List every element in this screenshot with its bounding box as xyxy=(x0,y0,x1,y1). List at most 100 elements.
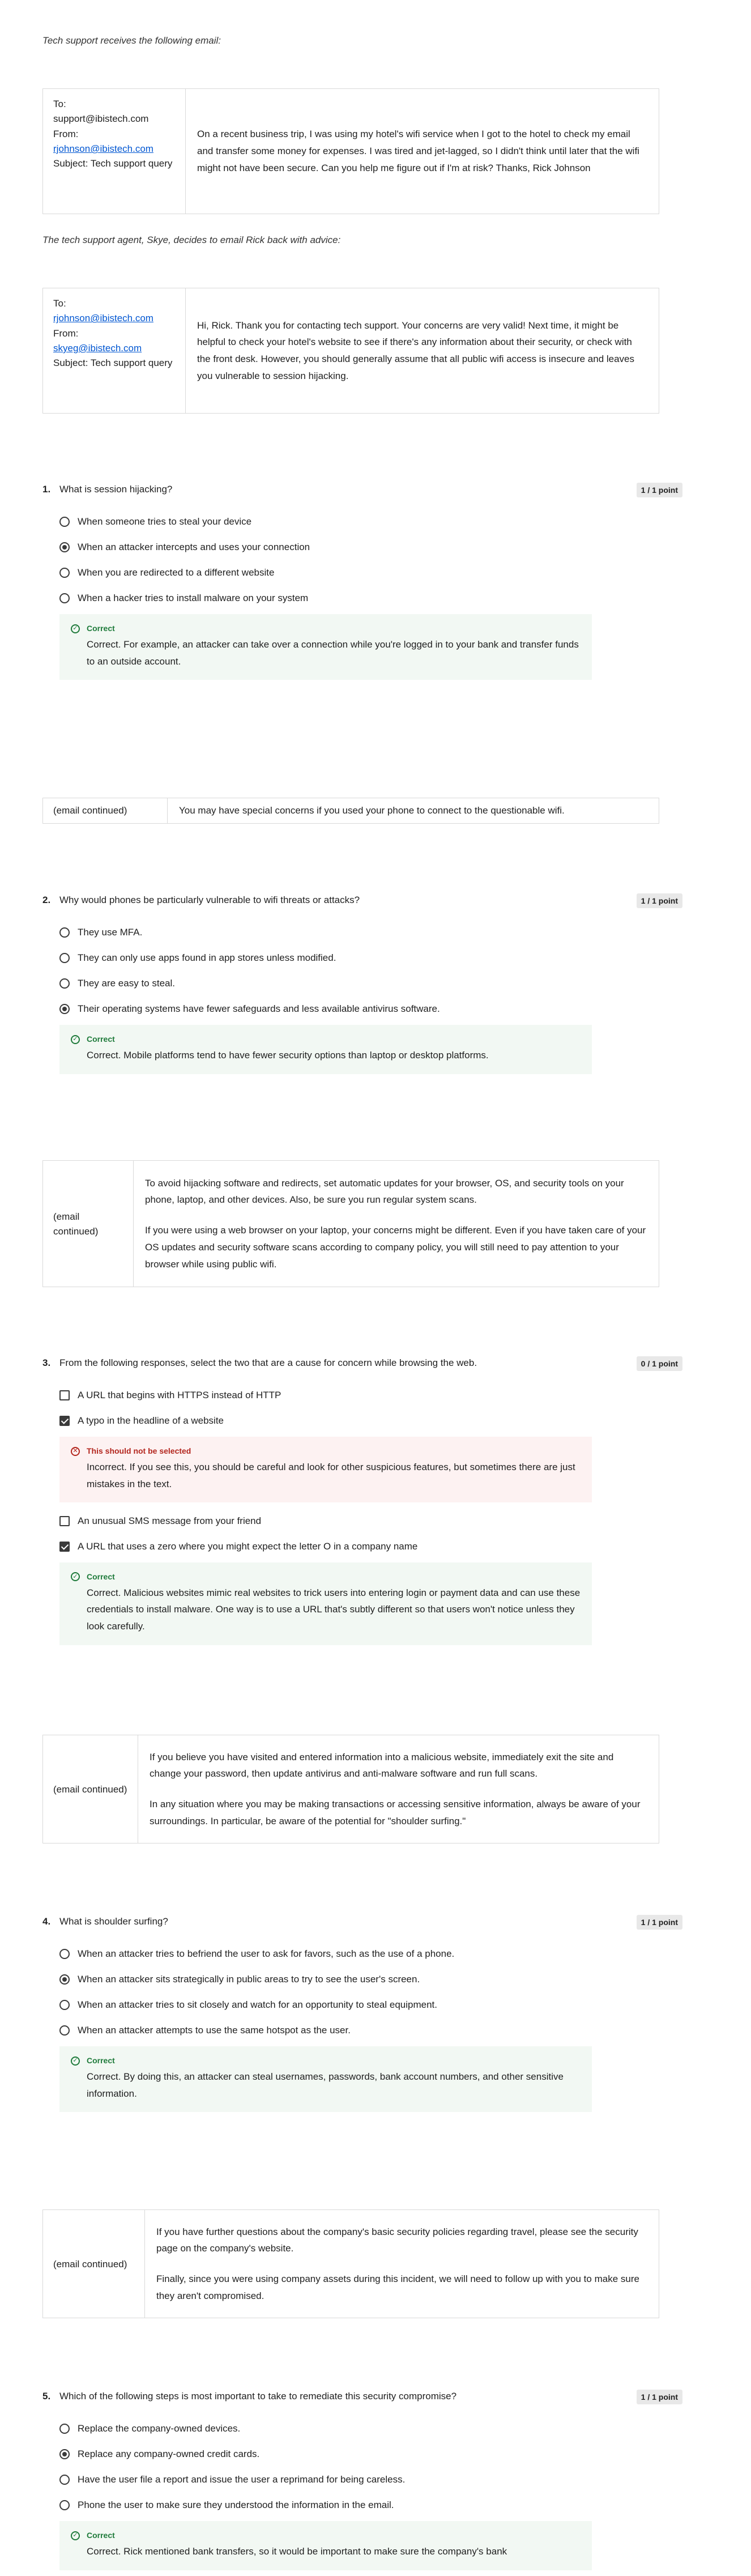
email-continued-card: (email continued) If you have further qu… xyxy=(42,2209,659,2318)
feedback-incorrect: ✕ This should not be selected Incorrect. … xyxy=(59,1437,592,1503)
option-label: They use MFA. xyxy=(78,927,143,938)
email-from-label: From: xyxy=(53,327,79,339)
answer-option[interactable]: When an attacker attempts to use the sam… xyxy=(59,2017,682,2043)
feedback-text: Correct. For example, an attacker can ta… xyxy=(87,638,579,667)
question-text: Which of the following steps is most imp… xyxy=(59,2391,457,2402)
email-continued-label: (email continued) xyxy=(43,2210,145,2318)
radio-button[interactable] xyxy=(59,2500,70,2510)
email-from-link[interactable]: skyeg@ibistech.com xyxy=(53,341,175,356)
option-label: When someone tries to steal your device xyxy=(78,516,252,527)
radio-button[interactable] xyxy=(59,952,70,963)
question-header: 1. What is session hijacking? 1 / 1 poin… xyxy=(42,482,682,498)
email-header: To: rjohnson@ibistech.com From: skyeg@ib… xyxy=(43,288,186,413)
email-to-label: To: xyxy=(53,298,66,309)
answer-options: When an attacker tries to befriend the u… xyxy=(59,1941,682,2043)
question-header: 5. Which of the following steps is most … xyxy=(42,2388,682,2405)
radio-button[interactable] xyxy=(59,1948,70,1959)
answer-option[interactable]: When an attacker intercepts and uses you… xyxy=(59,534,682,560)
scenario-intro: The tech support agent, Skye, decides to… xyxy=(42,235,341,245)
checkmark-icon: ✓ xyxy=(71,1034,80,1044)
question-4: 4. What is shoulder surfing? 1 / 1 point… xyxy=(42,1914,682,2118)
email-body-text: You may have special concerns if you use… xyxy=(179,805,565,816)
question-number: 1. xyxy=(42,484,51,495)
answer-option[interactable]: A URL that begins with HTTPS instead of … xyxy=(59,1382,682,1408)
option-label: Replace the company-owned devices. xyxy=(78,2423,241,2434)
radio-button[interactable] xyxy=(59,516,70,527)
checkbox[interactable] xyxy=(59,1390,70,1400)
radio-button[interactable] xyxy=(59,927,70,938)
radio-button-selected[interactable] xyxy=(59,1974,70,1985)
email-subject: Subject: Tech support query xyxy=(53,158,173,169)
score-badge: 0 / 1 point xyxy=(636,1356,682,1372)
checkbox-checked[interactable] xyxy=(59,1415,70,1426)
answer-option[interactable]: When someone tries to steal your device xyxy=(59,509,682,534)
radio-button[interactable] xyxy=(59,2423,70,2434)
email-card: To: support@ibistech.com From: rjohnson@… xyxy=(42,88,659,214)
checkbox-checked[interactable] xyxy=(59,1541,70,1552)
question-number: 3. xyxy=(42,1357,51,1368)
email-body-text: Finally, since you were using company as… xyxy=(156,2273,639,2301)
answer-option[interactable]: They can only use apps found in app stor… xyxy=(59,945,682,970)
answer-option[interactable]: When an attacker sits strategically in p… xyxy=(59,1966,682,1992)
email-continued-card: (email continued) You may have special c… xyxy=(42,798,659,824)
answer-option[interactable]: When an attacker tries to sit closely an… xyxy=(59,1992,682,2017)
option-label: A URL that uses a zero where you might e… xyxy=(78,1541,418,1552)
answer-option[interactable]: Replace the company-owned devices. xyxy=(59,2416,682,2441)
email-from-link[interactable]: rjohnson@ibistech.com xyxy=(53,142,175,156)
answer-option[interactable]: When you are redirected to a different w… xyxy=(59,560,682,585)
radio-button[interactable] xyxy=(59,2474,70,2485)
answer-option[interactable]: When an attacker tries to befriend the u… xyxy=(59,1941,682,1966)
score-badge: 1 / 1 point xyxy=(636,483,682,498)
answer-option[interactable]: Their operating systems have fewer safeg… xyxy=(59,996,682,1021)
question-header: 3. From the following responses, select … xyxy=(42,1355,682,1372)
radio-button[interactable] xyxy=(59,1999,70,2010)
answer-option[interactable]: An unusual SMS message from your friend xyxy=(59,1508,682,1534)
answer-option[interactable]: They use MFA. xyxy=(59,919,682,945)
continued-label: (email continued) xyxy=(53,804,127,816)
question-text: Why would phones be particularly vulnera… xyxy=(59,895,360,905)
answer-option[interactable]: A typo in the headline of a website xyxy=(59,1408,682,1433)
email-to-link[interactable]: rjohnson@ibistech.com xyxy=(53,311,175,326)
answer-option[interactable]: A URL that uses a zero where you might e… xyxy=(59,1534,682,1559)
email-body: On a recent business trip, I was using m… xyxy=(186,89,659,214)
email-to-address: support@ibistech.com xyxy=(53,113,149,125)
question-1: 1. What is session hijacking? 1 / 1 poin… xyxy=(42,482,682,685)
answer-option[interactable]: When a hacker tries to install malware o… xyxy=(59,585,682,611)
answer-option[interactable]: Have the user file a report and issue th… xyxy=(59,2467,682,2492)
feedback-correct: ✓ Correct Correct. Rick mentioned bank tr… xyxy=(59,2521,592,2570)
feedback-text: Correct. Malicious websites mimic real w… xyxy=(87,1587,581,1632)
checkmark-icon: ✓ xyxy=(71,2531,80,2540)
answer-options: An unusual SMS message from your friend … xyxy=(59,1508,682,1559)
radio-button-selected[interactable] xyxy=(59,542,70,552)
answer-option[interactable]: Phone the user to make sure they underst… xyxy=(59,2492,682,2518)
answer-option[interactable]: Replace any company-owned credit cards. xyxy=(59,2441,682,2467)
option-label: Replace any company-owned credit cards. xyxy=(78,2449,260,2460)
option-label: When an attacker sits strategically in p… xyxy=(78,1974,420,1985)
question-2: 2. Why would phones be particularly vuln… xyxy=(42,892,682,1080)
question-text: From the following responses, select the… xyxy=(59,1357,477,1368)
option-label: A URL that begins with HTTPS instead of … xyxy=(78,1390,281,1401)
feedback-title: Correct xyxy=(87,624,115,633)
option-label: An unusual SMS message from your friend xyxy=(78,1515,262,1527)
email-continued-label: (email continued) xyxy=(43,1735,138,1843)
radio-button[interactable] xyxy=(59,978,70,989)
checkbox[interactable] xyxy=(59,1515,70,1526)
email-body-text: If you were using a web browser on your … xyxy=(145,1225,646,1270)
radio-button-selected[interactable] xyxy=(59,1003,70,1014)
radio-button[interactable] xyxy=(59,567,70,578)
option-label: When an attacker tries to befriend the u… xyxy=(78,1948,455,1960)
radio-button[interactable] xyxy=(59,593,70,603)
email-continued-label: (email continued) xyxy=(43,1161,134,1287)
feedback-correct: ✓ Correct Correct. Malicious websites mim… xyxy=(59,1562,592,1645)
radio-button[interactable] xyxy=(59,2025,70,2036)
feedback-text: Incorrect. If you see this, you should b… xyxy=(87,1461,575,1489)
email-continued-card: (email continued) If you believe you hav… xyxy=(42,1735,659,1843)
radio-button-selected[interactable] xyxy=(59,2449,70,2459)
email-body: If you have further questions about the … xyxy=(145,2210,659,2318)
checkmark-icon: ✓ xyxy=(71,1572,80,1582)
feedback-text: Correct. Rick mentioned bank transfers, … xyxy=(87,2545,507,2557)
feedback-text: Correct. By doing this, an attacker can … xyxy=(87,2071,564,2099)
answer-option[interactable]: They are easy to steal. xyxy=(59,970,682,996)
checkmark-icon: ✓ xyxy=(71,624,80,633)
option-label: When a hacker tries to install malware o… xyxy=(78,593,309,604)
